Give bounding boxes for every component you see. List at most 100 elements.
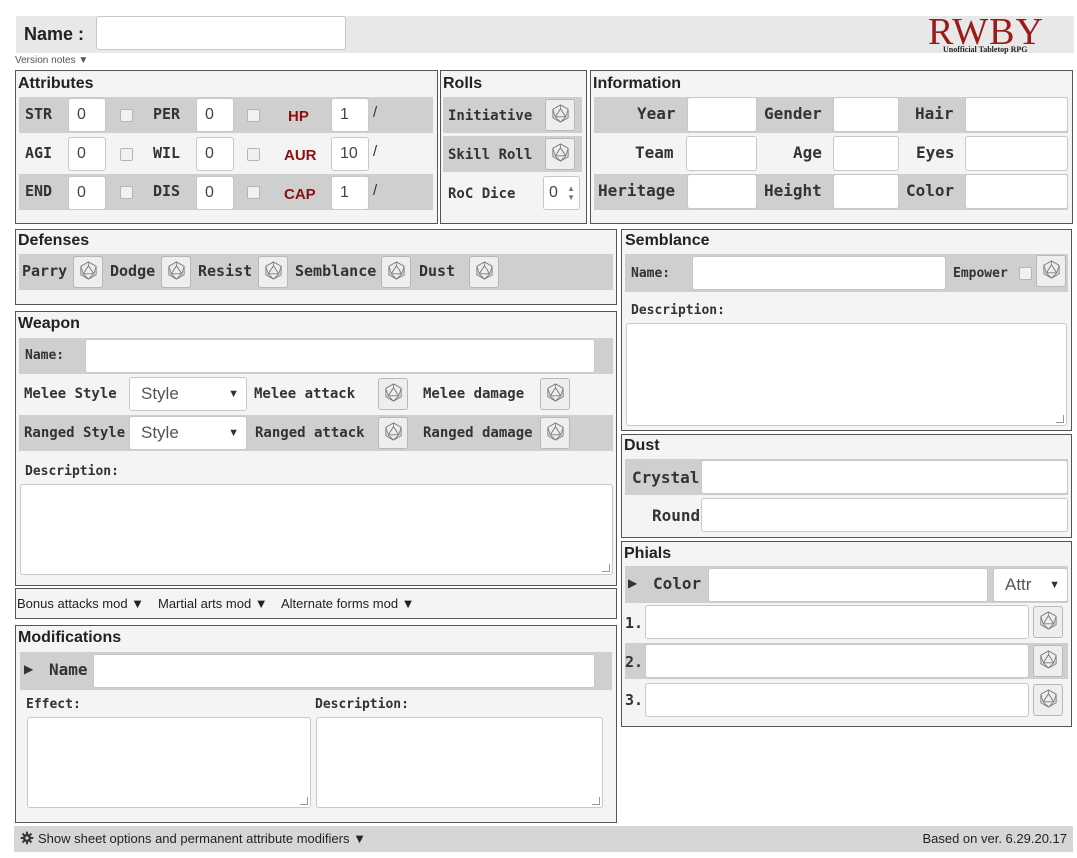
- phial-2-input[interactable]: [645, 644, 1029, 678]
- info-eyes-label: Eyes: [916, 143, 955, 162]
- hp-input[interactable]: 1: [331, 98, 369, 132]
- dropdown-arrow-icon: ▼: [1049, 579, 1060, 591]
- defenses-title: Defenses: [18, 232, 90, 249]
- phials-attr-select[interactable]: Attr ▼: [993, 568, 1068, 602]
- phial-1-label: 1.: [625, 614, 644, 632]
- semblance-description-textarea[interactable]: [626, 323, 1067, 426]
- phial-3-roll-button[interactable]: [1033, 684, 1063, 716]
- attr-wil-input[interactable]: 0: [196, 137, 234, 171]
- d20-icon: [475, 261, 494, 283]
- ranged-style-label: Ranged Style: [24, 425, 126, 441]
- attr-end-input[interactable]: 0: [68, 176, 106, 210]
- weapon-name-label: Name:: [25, 348, 65, 363]
- spinner-icon[interactable]: ▲ ▼: [567, 184, 575, 202]
- rolls-title: Rolls: [443, 75, 483, 92]
- aur-label: AUR: [284, 147, 317, 164]
- attr-agi-checkbox[interactable]: [120, 148, 133, 161]
- semblance-roll-button[interactable]: [1036, 255, 1066, 287]
- modifications-title: Modifications: [18, 629, 122, 646]
- d20-icon: [1039, 650, 1058, 672]
- modification-description-textarea[interactable]: [316, 717, 603, 808]
- information-title: Information: [593, 75, 681, 92]
- d20-icon: [546, 383, 565, 405]
- skill-roll-button[interactable]: [545, 138, 575, 170]
- empower-checkbox[interactable]: [1019, 267, 1032, 280]
- d20-icon: [1039, 611, 1058, 633]
- defense-parry-label: Parry: [22, 262, 68, 280]
- attr-dis-input[interactable]: 0: [196, 176, 234, 210]
- info-hair-input[interactable]: [965, 97, 1068, 132]
- melee-attack-roll-button[interactable]: [378, 378, 408, 410]
- roc-dice-input[interactable]: 0 ▲ ▼: [543, 176, 580, 210]
- info-eyes-input[interactable]: [965, 136, 1068, 171]
- attr-str-input[interactable]: 0: [68, 98, 106, 132]
- dust-round-input[interactable]: [701, 498, 1068, 532]
- dust-defense-roll-button[interactable]: [469, 256, 499, 288]
- phials-color-label: Color: [653, 574, 702, 593]
- aur-input[interactable]: 10: [331, 137, 369, 171]
- ranged-attack-roll-button[interactable]: [378, 417, 408, 449]
- modification-effect-label: Effect:: [26, 697, 81, 712]
- d20-icon: [384, 383, 403, 405]
- info-year-input[interactable]: [687, 97, 757, 132]
- dropdown-arrow-icon: ▼: [228, 388, 239, 400]
- phial-1-roll-button[interactable]: [1033, 606, 1063, 638]
- attr-agi-label: AGI: [25, 144, 53, 162]
- info-team-input[interactable]: [686, 136, 757, 171]
- attr-per-checkbox[interactable]: [247, 109, 260, 122]
- semblance-title: Semblance: [625, 232, 710, 249]
- ranged-style-select[interactable]: Style ▼: [129, 416, 247, 450]
- phial-3-input[interactable]: [645, 683, 1029, 717]
- semblance-defense-roll-button[interactable]: [381, 256, 411, 288]
- phial-2-label: 2.: [625, 653, 644, 671]
- melee-style-label: Melee Style: [24, 386, 117, 402]
- aur-separator: /: [373, 143, 378, 160]
- cap-input[interactable]: 1: [331, 176, 369, 210]
- parry-roll-button[interactable]: [73, 256, 103, 288]
- ranged-damage-roll-button[interactable]: [540, 417, 570, 449]
- weapon-name-input[interactable]: [85, 339, 595, 373]
- d20-icon: [1042, 260, 1061, 282]
- modification-name-input[interactable]: [93, 654, 595, 688]
- modifications-expand-toggle[interactable]: ▶: [24, 662, 33, 676]
- dodge-roll-button[interactable]: [161, 256, 191, 288]
- character-name-input[interactable]: [96, 16, 346, 50]
- dropdown-arrow-icon: ▼: [228, 427, 239, 439]
- phial-2-roll-button[interactable]: [1033, 645, 1063, 677]
- phials-expand-toggle[interactable]: ▶: [628, 576, 637, 590]
- weapon-description-textarea[interactable]: [20, 484, 613, 575]
- attr-agi-input[interactable]: 0: [68, 137, 106, 171]
- attr-end-label: END: [25, 182, 53, 200]
- phials-color-input[interactable]: [708, 568, 988, 602]
- info-color-input[interactable]: [965, 174, 1068, 209]
- dust-crystal-input[interactable]: [701, 460, 1068, 494]
- attr-str-checkbox[interactable]: [120, 109, 133, 122]
- gear-icon[interactable]: [20, 830, 36, 846]
- info-height-input[interactable]: [833, 174, 899, 209]
- d20-icon: [167, 261, 186, 283]
- phial-3-label: 3.: [625, 691, 644, 709]
- attr-wil-checkbox[interactable]: [247, 148, 260, 161]
- melee-style-select[interactable]: Style ▼: [129, 377, 247, 411]
- initiative-roll-button[interactable]: [545, 99, 575, 131]
- attr-dis-checkbox[interactable]: [247, 186, 260, 199]
- version-notes-toggle[interactable]: Version notes ▼: [15, 55, 88, 66]
- attr-end-checkbox[interactable]: [120, 186, 133, 199]
- modification-effect-textarea[interactable]: [27, 717, 311, 808]
- semblance-name-input[interactable]: [692, 256, 946, 290]
- alternate-forms-mod-toggle[interactable]: Alternate forms mod ▼: [281, 596, 415, 611]
- info-gender-input[interactable]: [833, 97, 899, 132]
- martial-arts-mod-toggle[interactable]: Martial arts mod ▼: [158, 596, 268, 611]
- melee-attack-label: Melee attack: [254, 386, 356, 402]
- phial-1-input[interactable]: [645, 605, 1029, 639]
- bonus-attacks-mod-toggle[interactable]: Bonus attacks mod ▼: [17, 596, 144, 611]
- info-age-input[interactable]: [833, 136, 899, 171]
- d20-icon: [551, 104, 570, 126]
- ranged-damage-label: Ranged damage: [423, 425, 533, 441]
- attr-per-input[interactable]: 0: [196, 98, 234, 132]
- empower-label: Empower: [953, 266, 1008, 281]
- sheet-options-toggle[interactable]: Show sheet options and permanent attribu…: [38, 831, 366, 846]
- info-heritage-input[interactable]: [687, 174, 757, 209]
- melee-damage-roll-button[interactable]: [540, 378, 570, 410]
- resist-roll-button[interactable]: [258, 256, 288, 288]
